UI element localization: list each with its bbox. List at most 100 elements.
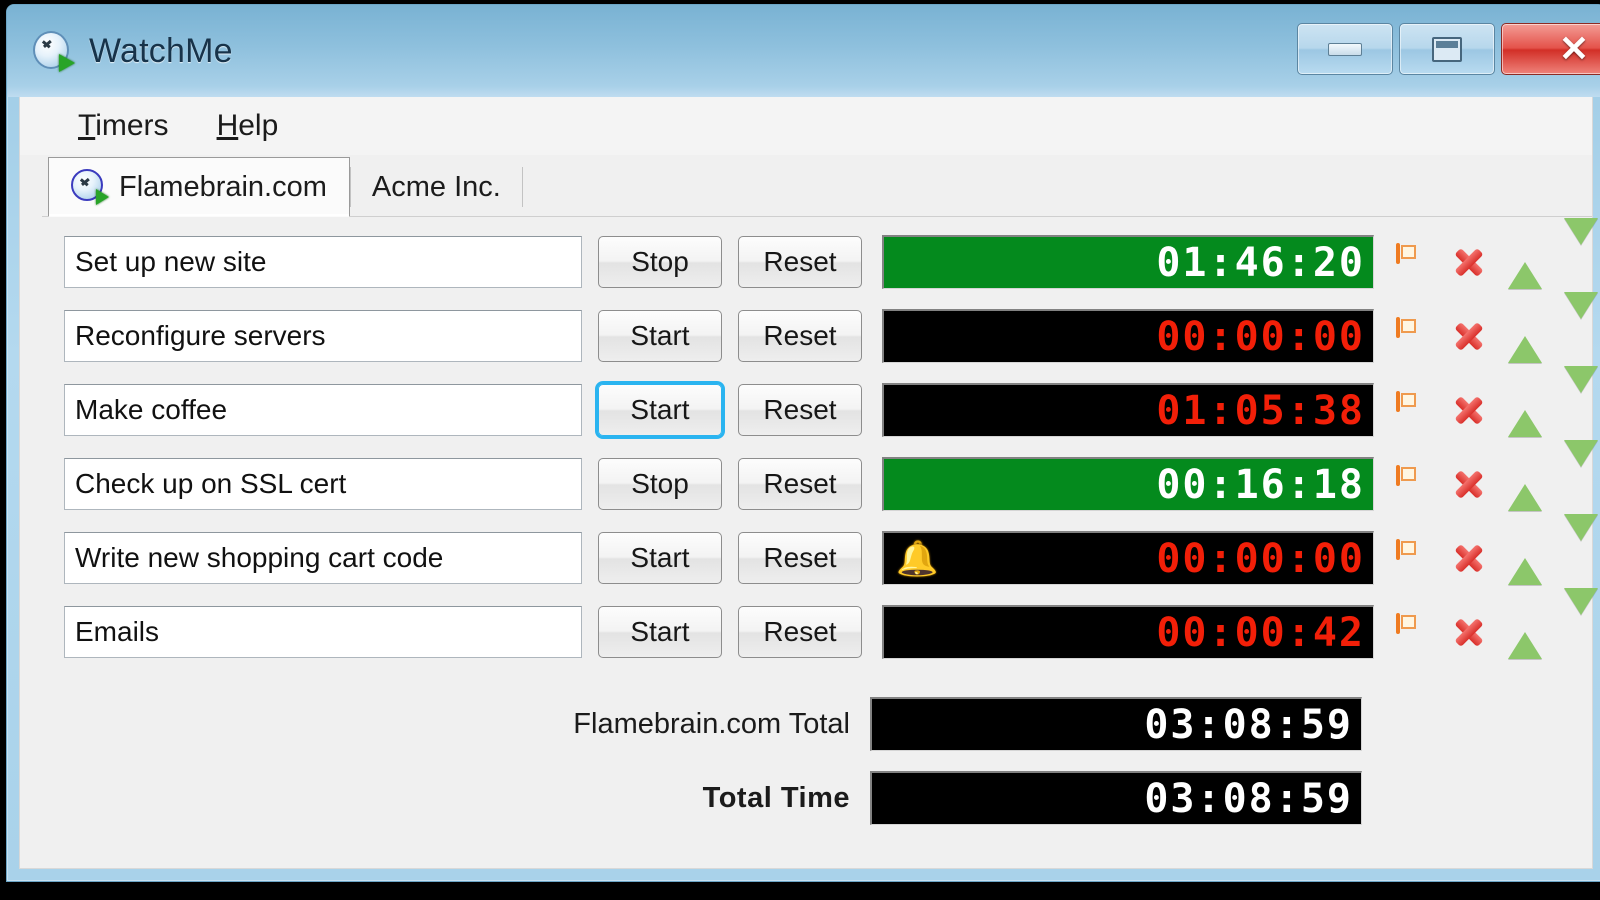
timer-display: 🔔 00:00:00: [882, 531, 1374, 585]
maximize-icon: [1432, 36, 1462, 62]
move-down-icon[interactable]: [1564, 218, 1598, 279]
timer-toggle-button[interactable]: Stop: [598, 458, 722, 510]
row-actions: [1396, 366, 1598, 437]
tab-label: Acme Inc.: [371, 170, 501, 203]
menu-timers-access-key: T: [78, 109, 96, 142]
close-icon: ✕: [1558, 28, 1590, 69]
menu-help-label: elp: [238, 109, 279, 142]
delete-icon[interactable]: [1452, 245, 1486, 279]
timer-time: 01:46:20: [1156, 239, 1365, 286]
timer-name-input[interactable]: Write new shopping cart code: [64, 532, 582, 584]
timer-name-input[interactable]: Set up new site: [64, 236, 582, 288]
timer-toggle-button[interactable]: Stop: [598, 236, 722, 288]
timer-time: 00:00:00: [1156, 313, 1365, 360]
minimize-icon: [1328, 42, 1362, 56]
timer-name-input[interactable]: Emails: [64, 606, 582, 658]
timer-reset-button[interactable]: Reset: [738, 310, 862, 362]
window-controls: ✕: [1297, 23, 1600, 75]
move-up-icon[interactable]: [1508, 541, 1542, 585]
clock-play-icon: [71, 169, 109, 205]
menu-bar: Timers Help: [20, 97, 1592, 155]
timer-reset-button[interactable]: Reset: [738, 606, 862, 658]
timer-reset-button[interactable]: Reset: [738, 384, 862, 436]
application-window: WatchMe ✕ Timers Help Flamebrain.com Acm…: [6, 4, 1600, 882]
timer-time: 00:00:00: [1156, 535, 1365, 582]
timer-display: 00:00:42: [882, 605, 1374, 659]
window-title: WatchMe: [89, 31, 233, 70]
timer-time: 01:05:38: [1156, 387, 1365, 434]
move-down-icon[interactable]: [1564, 292, 1598, 353]
timer-name-input[interactable]: Reconfigure servers: [64, 310, 582, 362]
totals-section: Flamebrain.com Total 03:08:59 Total Time…: [20, 669, 1592, 835]
timer-toggle-button[interactable]: Start: [598, 606, 722, 658]
maximize-button[interactable]: [1399, 23, 1495, 75]
delete-icon[interactable]: [1452, 541, 1486, 575]
timer-reset-button[interactable]: Reset: [738, 458, 862, 510]
timer-display: 01:46:20: [882, 235, 1374, 289]
tab-label: Flamebrain.com: [119, 170, 327, 203]
group-total-display: 03:08:59: [870, 697, 1362, 751]
total-row-overall: Total Time 03:08:59: [20, 761, 1592, 835]
timer-row: Check up on SSL cert Stop Reset 00:16:18: [20, 440, 1598, 521]
delete-icon[interactable]: [1452, 467, 1486, 501]
move-up-icon[interactable]: [1508, 245, 1542, 289]
close-button[interactable]: ✕: [1501, 23, 1600, 75]
timer-row: Make coffee Start Reset 01:05:38: [20, 366, 1598, 447]
row-actions: [1396, 292, 1598, 363]
move-up-icon[interactable]: [1508, 393, 1542, 437]
alarm-bell-icon: 🔔: [896, 538, 941, 579]
client-area: Timers Help Flamebrain.com Acme Inc. Set…: [19, 97, 1598, 869]
total-row-group: Flamebrain.com Total 03:08:59: [20, 687, 1592, 761]
window-icon[interactable]: [1396, 391, 1430, 427]
timer-toggle-button[interactable]: Start: [598, 532, 722, 584]
minimize-button[interactable]: [1297, 23, 1393, 75]
row-actions: [1396, 218, 1598, 289]
overall-total-display: 03:08:59: [870, 771, 1362, 825]
move-down-icon[interactable]: [1564, 588, 1598, 649]
timer-name-input[interactable]: Check up on SSL cert: [64, 458, 582, 510]
timer-row: Reconfigure servers Start Reset 00:00:00: [20, 292, 1598, 373]
move-up-icon[interactable]: [1508, 615, 1542, 659]
window-icon[interactable]: [1396, 465, 1430, 501]
window-icon[interactable]: [1396, 539, 1430, 575]
timer-reset-button[interactable]: Reset: [738, 532, 862, 584]
window-icon[interactable]: [1396, 243, 1430, 279]
timer-toggle-button[interactable]: Start: [598, 310, 722, 362]
window-icon[interactable]: [1396, 613, 1430, 649]
timer-row: Set up new site Stop Reset 01:46:20: [20, 218, 1598, 299]
move-up-icon[interactable]: [1508, 319, 1542, 363]
clock-play-icon: [31, 29, 75, 73]
row-actions: [1396, 514, 1598, 585]
timer-time: 00:00:42: [1156, 609, 1365, 656]
delete-icon[interactable]: [1452, 393, 1486, 427]
group-total-label: Flamebrain.com Total: [573, 707, 850, 740]
row-actions: [1396, 440, 1598, 511]
timer-display: 00:00:00: [882, 309, 1374, 363]
timer-reset-button[interactable]: Reset: [738, 236, 862, 288]
title-bar[interactable]: WatchMe ✕: [7, 5, 1600, 97]
timer-name-input[interactable]: Make coffee: [64, 384, 582, 436]
tab-flamebrain[interactable]: Flamebrain.com: [48, 157, 350, 217]
menu-help-access-key: H: [216, 109, 239, 142]
delete-icon[interactable]: [1452, 319, 1486, 353]
timer-row: Emails Start Reset 00:00:42: [20, 588, 1598, 669]
move-up-icon[interactable]: [1508, 467, 1542, 511]
menu-item-timers[interactable]: Timers: [78, 109, 169, 143]
timer-row: Write new shopping cart code Start Reset…: [20, 514, 1598, 595]
menu-item-help[interactable]: Help: [217, 109, 279, 143]
move-down-icon[interactable]: [1564, 440, 1598, 501]
timer-list: Set up new site Stop Reset 01:46:20 Reco…: [20, 217, 1598, 669]
menu-timers-label: imers: [95, 109, 169, 142]
move-down-icon[interactable]: [1564, 366, 1598, 427]
delete-icon[interactable]: [1452, 615, 1486, 649]
tab-acme[interactable]: Acme Inc.: [349, 157, 523, 217]
move-down-icon[interactable]: [1564, 514, 1598, 575]
timer-display: 01:05:38: [882, 383, 1374, 437]
timer-time: 00:16:18: [1156, 461, 1365, 508]
timer-toggle-button[interactable]: Start: [598, 384, 722, 436]
tab-strip: Flamebrain.com Acme Inc.: [20, 155, 1592, 217]
overall-total-label: Total Time: [702, 781, 850, 814]
timer-display: 00:16:18: [882, 457, 1374, 511]
row-actions: [1396, 588, 1598, 659]
window-icon[interactable]: [1396, 317, 1430, 353]
